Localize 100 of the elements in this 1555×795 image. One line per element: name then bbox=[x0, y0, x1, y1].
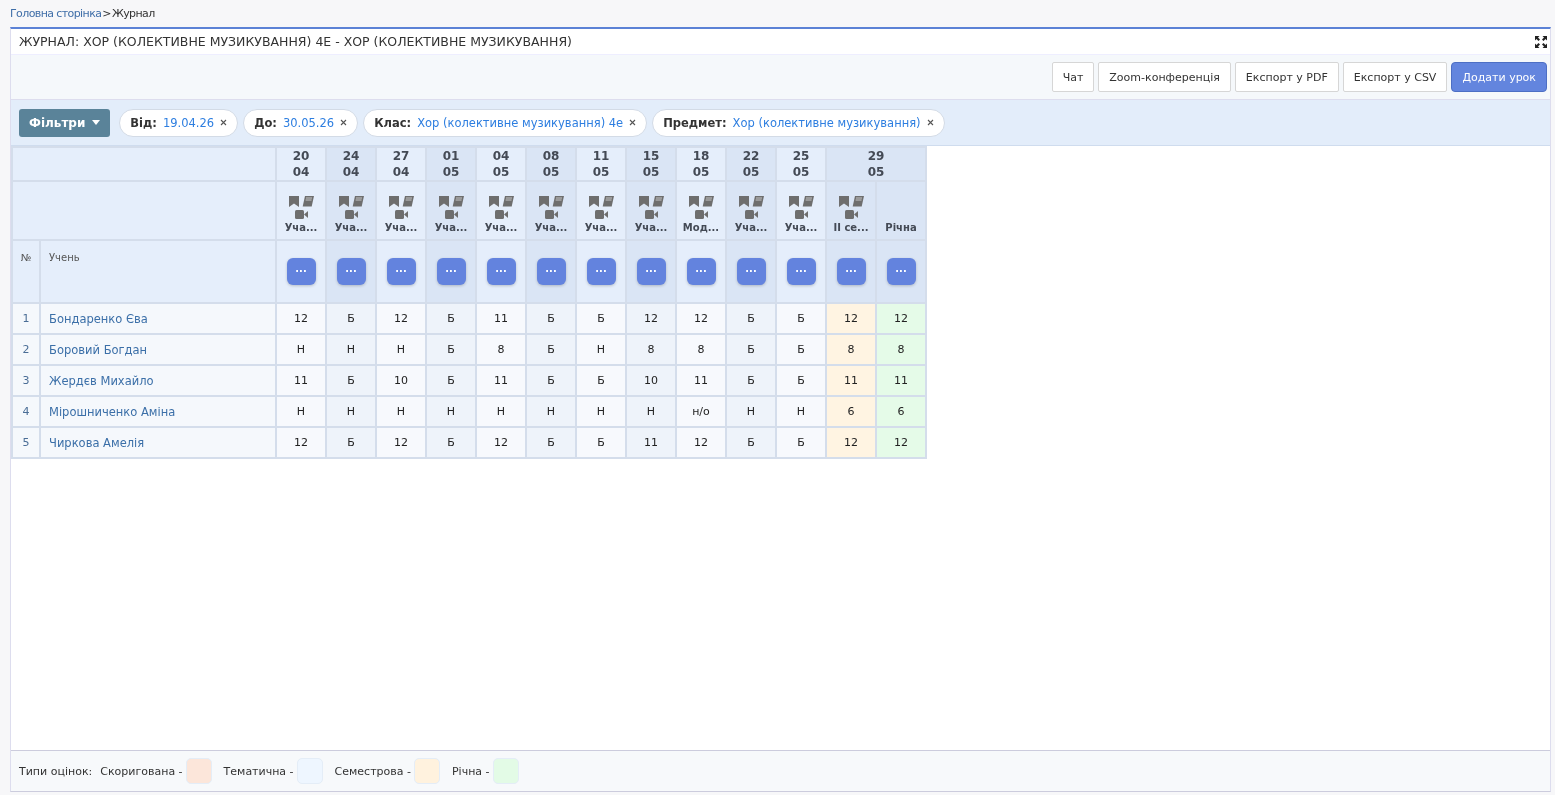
grade-cell[interactable]: 11 bbox=[676, 365, 726, 396]
grade-cell[interactable]: Н bbox=[326, 396, 376, 427]
grade-cell[interactable]: н/о bbox=[676, 396, 726, 427]
grade-cell[interactable]: 8 bbox=[876, 334, 926, 365]
grade-cell[interactable]: Б bbox=[576, 365, 626, 396]
grade-cell[interactable]: Б bbox=[776, 303, 826, 334]
bookmark-icon[interactable] bbox=[738, 196, 749, 207]
bookmark-icon[interactable] bbox=[488, 196, 499, 207]
grade-cell[interactable]: Н bbox=[276, 334, 326, 365]
bookmark-icon[interactable] bbox=[438, 196, 449, 207]
grade-cell[interactable]: 12 bbox=[676, 427, 726, 458]
grade-cell[interactable]: Б bbox=[576, 303, 626, 334]
grade-cell[interactable]: 8 bbox=[676, 334, 726, 365]
video-camera-icon[interactable] bbox=[744, 210, 758, 219]
grade-cell[interactable]: Н bbox=[576, 334, 626, 365]
column-menu-button[interactable]: ··· bbox=[386, 258, 416, 285]
grade-cell[interactable]: 12 bbox=[376, 303, 426, 334]
filters-button[interactable]: Фільтри bbox=[19, 108, 111, 137]
grade-cell[interactable]: Б bbox=[426, 303, 476, 334]
close-icon[interactable] bbox=[340, 119, 348, 126]
grade-cell[interactable]: Б bbox=[526, 365, 576, 396]
book-icon[interactable] bbox=[651, 196, 664, 207]
filter-chip[interactable]: До: 30.05.26 bbox=[243, 108, 359, 137]
toolbar-button[interactable]: Додати урок bbox=[1451, 62, 1547, 92]
fullscreen-icon[interactable] bbox=[1535, 35, 1547, 48]
grade-cell[interactable]: 11 bbox=[626, 427, 676, 458]
video-camera-icon[interactable] bbox=[544, 210, 558, 219]
video-camera-icon[interactable] bbox=[844, 210, 858, 219]
grade-cell[interactable]: 12 bbox=[676, 303, 726, 334]
grade-cell[interactable]: Б bbox=[426, 365, 476, 396]
grade-cell[interactable]: Б bbox=[776, 427, 826, 458]
column-menu-button[interactable]: ··· bbox=[786, 258, 816, 285]
grade-cell[interactable]: 8 bbox=[476, 334, 526, 365]
column-menu-button[interactable]: ··· bbox=[536, 258, 566, 285]
book-icon[interactable] bbox=[851, 196, 864, 207]
book-icon[interactable] bbox=[351, 196, 364, 207]
grade-cell[interactable]: Б bbox=[726, 365, 776, 396]
grade-cell[interactable]: 8 bbox=[826, 334, 876, 365]
bookmark-icon[interactable] bbox=[588, 196, 599, 207]
grade-cell[interactable]: Б bbox=[726, 303, 776, 334]
bookmark-icon[interactable] bbox=[338, 196, 349, 207]
grade-cell[interactable]: Б bbox=[776, 365, 826, 396]
grade-cell[interactable]: 12 bbox=[826, 303, 876, 334]
grade-cell[interactable]: Н bbox=[426, 396, 476, 427]
toolbar-button[interactable]: Експорт у PDF bbox=[1234, 62, 1339, 92]
book-icon[interactable] bbox=[601, 196, 614, 207]
breadcrumb-link[interactable]: Головна сторінка bbox=[10, 7, 102, 20]
bookmark-icon[interactable] bbox=[538, 196, 549, 207]
grade-cell[interactable]: Н bbox=[776, 396, 826, 427]
video-camera-icon[interactable] bbox=[694, 210, 708, 219]
grade-cell[interactable]: 12 bbox=[876, 427, 926, 458]
video-camera-icon[interactable] bbox=[644, 210, 658, 219]
book-icon[interactable] bbox=[501, 196, 514, 207]
grade-cell[interactable]: Н bbox=[726, 396, 776, 427]
toolbar-button[interactable]: Zoom-конференція bbox=[1098, 62, 1231, 92]
book-icon[interactable] bbox=[801, 196, 814, 207]
column-menu-button[interactable]: ··· bbox=[636, 258, 666, 285]
close-icon[interactable] bbox=[629, 119, 637, 126]
grade-cell[interactable]: 12 bbox=[276, 427, 326, 458]
grade-cell[interactable]: 12 bbox=[476, 427, 526, 458]
video-camera-icon[interactable] bbox=[494, 210, 508, 219]
grade-cell[interactable]: Н bbox=[576, 396, 626, 427]
column-menu-button[interactable]: ··· bbox=[886, 258, 916, 285]
book-icon[interactable] bbox=[401, 196, 414, 207]
column-menu-button[interactable]: ··· bbox=[436, 258, 466, 285]
student-name-link[interactable]: Чиркова Амелія bbox=[49, 435, 145, 450]
grade-cell[interactable]: Б bbox=[526, 334, 576, 365]
grade-cell[interactable]: Б bbox=[326, 365, 376, 396]
bookmark-icon[interactable] bbox=[788, 196, 799, 207]
grade-cell[interactable]: Н bbox=[376, 334, 426, 365]
grade-cell[interactable]: Б bbox=[726, 427, 776, 458]
toolbar-button[interactable]: Експорт у CSV bbox=[1342, 62, 1448, 92]
book-icon[interactable] bbox=[701, 196, 714, 207]
filter-chip[interactable]: Предмет: Хор (колективне музикування) bbox=[652, 108, 945, 137]
grade-cell[interactable]: 10 bbox=[376, 365, 426, 396]
book-icon[interactable] bbox=[751, 196, 764, 207]
grade-cell[interactable]: 11 bbox=[476, 365, 526, 396]
video-camera-icon[interactable] bbox=[394, 210, 408, 219]
column-menu-button[interactable]: ··· bbox=[336, 258, 366, 285]
filter-chip[interactable]: Від: 19.04.26 bbox=[119, 108, 239, 137]
grade-cell[interactable]: 11 bbox=[276, 365, 326, 396]
toolbar-button[interactable]: Чат bbox=[1051, 62, 1095, 92]
grade-cell[interactable]: Н bbox=[276, 396, 326, 427]
grade-cell[interactable]: Б bbox=[426, 334, 476, 365]
grade-cell[interactable]: 12 bbox=[876, 303, 926, 334]
grade-cell[interactable]: 11 bbox=[876, 365, 926, 396]
grade-cell[interactable]: Н bbox=[326, 334, 376, 365]
grade-cell[interactable]: 8 bbox=[626, 334, 676, 365]
grade-cell[interactable]: Н bbox=[626, 396, 676, 427]
grade-cell[interactable]: Н bbox=[526, 396, 576, 427]
bookmark-icon[interactable] bbox=[638, 196, 649, 207]
close-icon[interactable] bbox=[926, 119, 934, 126]
column-menu-button[interactable]: ··· bbox=[486, 258, 516, 285]
grade-cell[interactable]: Б bbox=[576, 427, 626, 458]
bookmark-icon[interactable] bbox=[838, 196, 849, 207]
video-camera-icon[interactable] bbox=[444, 210, 458, 219]
book-icon[interactable] bbox=[301, 196, 314, 207]
video-camera-icon[interactable] bbox=[294, 210, 308, 219]
grade-cell[interactable]: 11 bbox=[476, 303, 526, 334]
grade-cell[interactable]: Б bbox=[526, 303, 576, 334]
